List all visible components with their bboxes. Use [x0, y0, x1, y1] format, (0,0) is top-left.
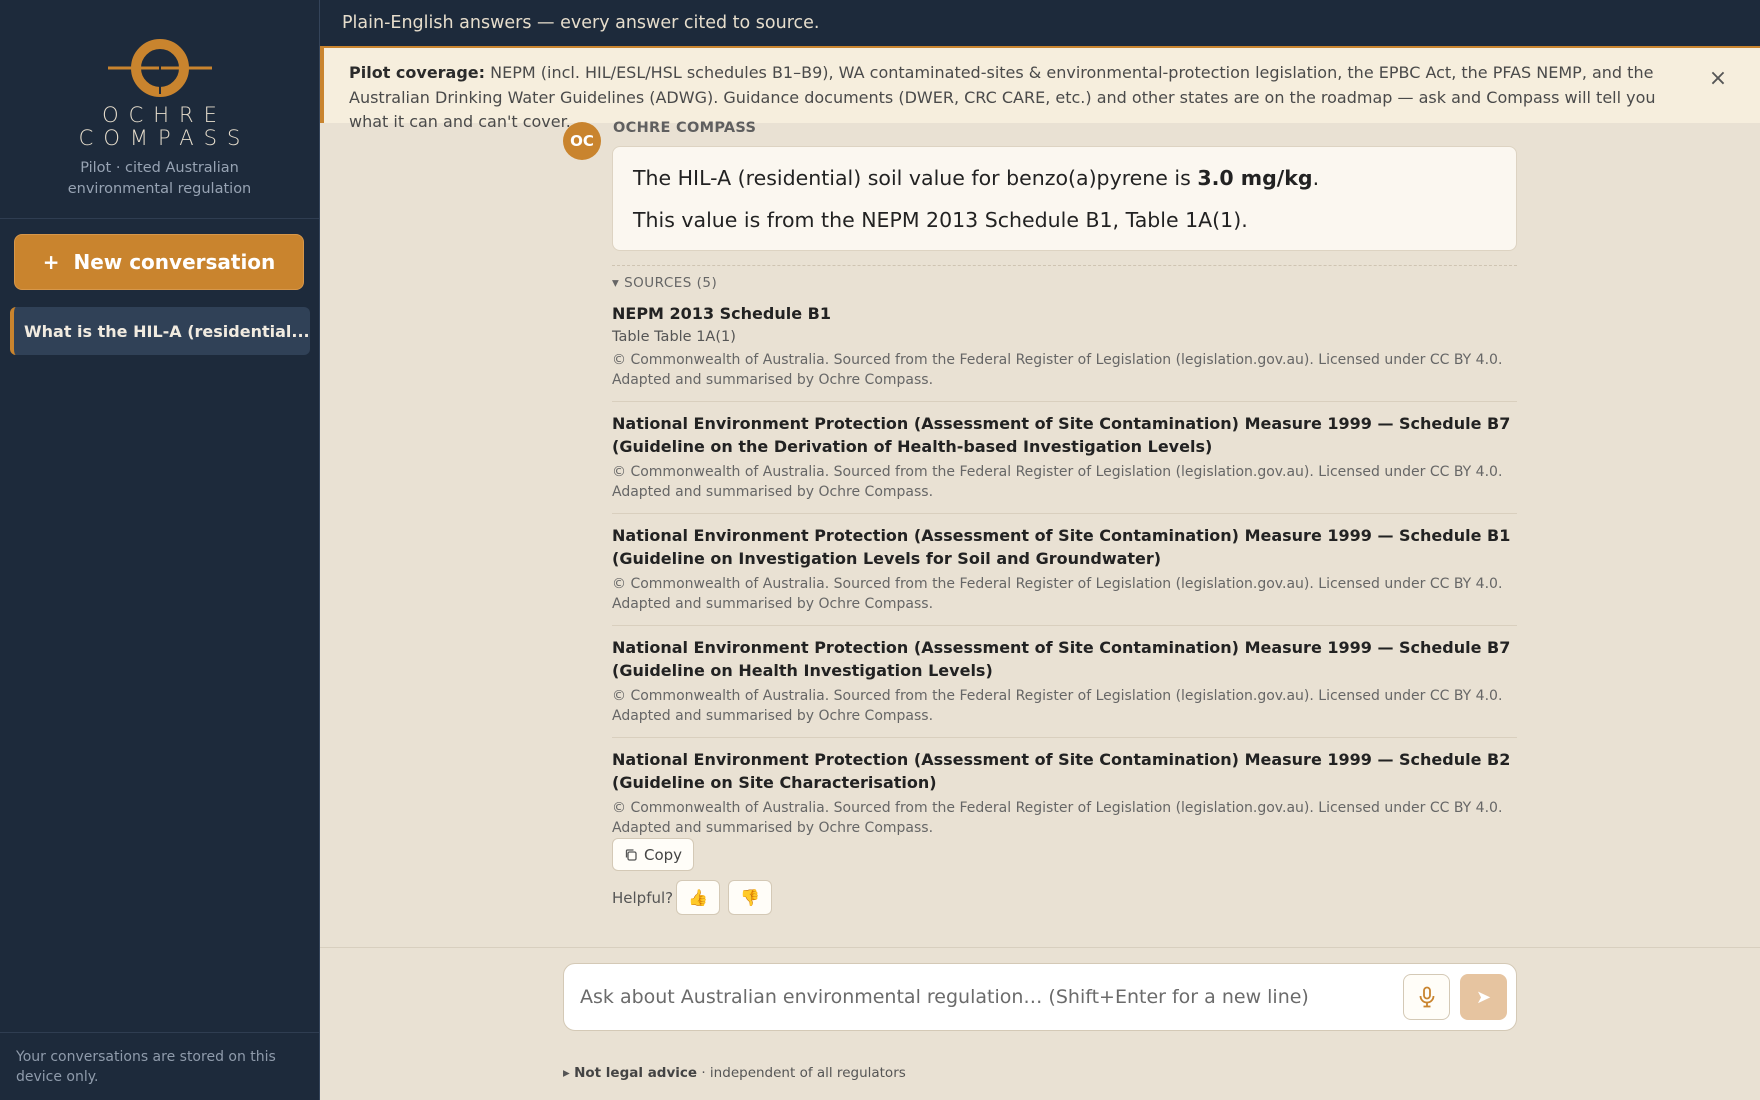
answer-value: 3.0 mg/kg — [1197, 166, 1313, 190]
send-icon: ➤ — [1475, 986, 1492, 1008]
new-conversation-label: New conversation — [73, 250, 276, 274]
legal-bold: Not legal advice — [574, 1065, 698, 1081]
source-title[interactable]: National Environment Protection (Assessm… — [612, 412, 1517, 459]
legal-toggle-icon: ▸ — [563, 1065, 570, 1081]
header: Plain-English answers — every answer cit… — [320, 0, 1760, 46]
close-icon[interactable]: × — [1706, 67, 1730, 91]
answer-punct: . — [1312, 166, 1320, 190]
answer-line1: The HIL-A (residential) soil value for b… — [633, 165, 1496, 191]
source-item: National Environment Protection (Assessm… — [612, 412, 1517, 514]
avatar: OC — [563, 122, 601, 160]
sources-list: NEPM 2013 Schedule B1 Table Table 1A(1) … — [612, 302, 1517, 859]
brand-name-line2: COMPASS — [78, 126, 251, 150]
brand-name-line1: OCHRE — [102, 103, 227, 127]
source-license: © Commonwealth of Australia. Sourced fro… — [612, 463, 1503, 501]
composer: ➤ — [563, 963, 1517, 1031]
source-item: National Environment Protection (Assessm… — [612, 524, 1517, 626]
ochre-compass-logo-icon — [108, 39, 212, 97]
brand-tagline: Pilot · cited Australian environmental r… — [67, 160, 252, 197]
banner-text: NEPM (incl. HIL/ESL/HSL schedules B1–B9)… — [349, 63, 1656, 131]
source-license: © Commonwealth of Australia. Sourced fro… — [612, 799, 1503, 837]
answer-line2: This value is from the NEPM 2013 Schedul… — [633, 208, 1248, 232]
source-subtitle: Table Table 1A(1) — [612, 328, 736, 345]
copy-icon — [625, 848, 637, 861]
source-title[interactable]: National Environment Protection (Assessm… — [612, 748, 1517, 795]
send-button[interactable]: ➤ — [1460, 974, 1507, 1020]
source-license: © Commonwealth of Australia. Sourced fro… — [612, 575, 1503, 613]
thumbs-up-button[interactable]: 👍 — [676, 880, 720, 915]
answer-bubble: The HIL-A (residential) soil value for b… — [612, 146, 1517, 251]
brand: OCHRE COMPASS Pilot · cited Australian e… — [0, 0, 319, 219]
legal-rest: · independent of all regulators — [697, 1065, 906, 1081]
source-title[interactable]: National Environment Protection (Assessm… — [612, 524, 1517, 571]
copy-button[interactable]: Copy — [612, 838, 694, 871]
banner-label: Pilot coverage: — [349, 63, 486, 82]
divider — [612, 265, 1517, 266]
sidebar: OCHRE COMPASS Pilot · cited Australian e… — [0, 0, 320, 1100]
pilot-coverage-banner: Pilot coverage: NEPM (incl. HIL/ESL/HSL … — [320, 46, 1760, 131]
thumbs-down-icon: 👎 — [740, 888, 760, 907]
sources-toggle[interactable]: ▾ SOURCES (5) — [612, 275, 717, 291]
source-title[interactable]: National Environment Protection (Assessm… — [612, 636, 1517, 683]
helpful-label: Helpful? — [612, 889, 674, 907]
new-conversation-button[interactable]: + New conversation — [14, 234, 304, 290]
sender-name: OCHRE COMPASS — [613, 120, 757, 136]
composer-divider — [320, 947, 1760, 948]
source-item: NEPM 2013 Schedule B1 Table Table 1A(1) … — [612, 302, 1517, 402]
plus-icon: + — [42, 250, 60, 274]
source-item: National Environment Protection (Assessm… — [612, 748, 1517, 849]
thumbs-up-icon: 👍 — [688, 888, 708, 907]
source-item: National Environment Protection (Assessm… — [612, 636, 1517, 738]
answer-text: The HIL-A (residential) soil value for b… — [633, 166, 1198, 190]
message-input[interactable] — [580, 964, 1380, 1030]
source-license: © Commonwealth of Australia. Sourced fro… — [612, 351, 1503, 389]
conversation-item[interactable]: What is the HIL-A (residential... — [10, 307, 310, 355]
thumbs-down-button[interactable]: 👎 — [728, 880, 772, 915]
microphone-icon — [1419, 986, 1434, 1008]
source-title[interactable]: NEPM 2013 Schedule B1 — [612, 302, 1517, 326]
storage-note: Your conversations are stored on this de… — [0, 1032, 319, 1100]
header-title: Plain-English answers — every answer cit… — [342, 13, 820, 33]
legal-disclaimer[interactable]: ▸ Not legal advice · independent of all … — [563, 1065, 906, 1081]
copy-label: Copy — [643, 845, 683, 864]
microphone-button[interactable] — [1403, 974, 1450, 1020]
source-license: © Commonwealth of Australia. Sourced fro… — [612, 687, 1503, 725]
